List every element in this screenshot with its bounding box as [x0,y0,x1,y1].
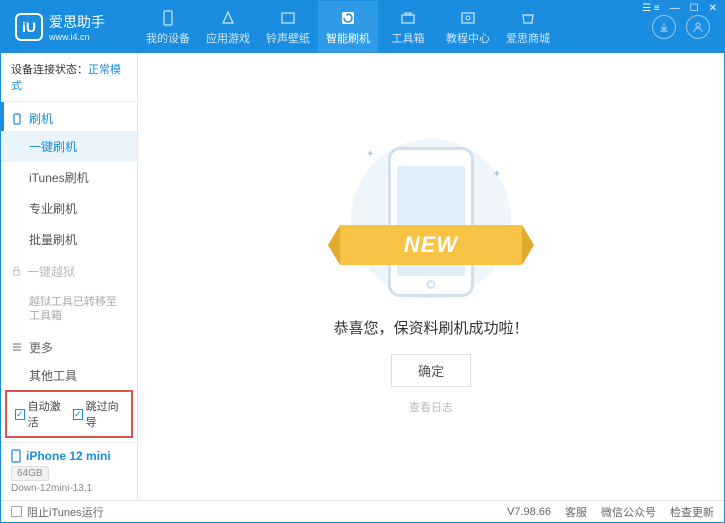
sidebar-item-batch-flash[interactable]: 批量刷机 [1,224,137,255]
tab-ringtones[interactable]: 铃声壁纸 [258,1,318,53]
titlebar-actions [652,15,724,39]
checkbox-label: 跳过向导 [86,398,123,430]
version-label: V7.98.66 [507,506,551,518]
sparkle-icon: ✦ [493,169,501,180]
block-itunes-label: 阻止iTunes运行 [27,504,104,520]
close-icon[interactable]: ✕ [705,3,721,14]
statusbar: 阻止iTunes运行 V7.98.66 客服 微信公众号 检查更新 [1,500,724,522]
device-name[interactable]: iPhone 12 mini [11,449,127,463]
device-firmware: Down-12mini-13,1 [11,483,127,494]
toolbox-icon [399,9,417,27]
sidebar-item-itunes-flash[interactable]: iTunes刷机 [1,162,137,193]
customer-service-link[interactable]: 客服 [565,504,587,520]
tab-label: 铃声壁纸 [266,30,310,46]
maximize-icon[interactable]: ☐ [686,3,703,14]
app-logo: iU 爱思助手 www.i4.cn [1,12,138,42]
checkbox-icon: ✓ [15,409,25,420]
sidebar: 设备连接状态：正常模式 刷机 一键刷机 iTunes刷机 专业刷机 批量刷机 一… [1,53,138,500]
tab-label: 我的设备 [146,30,190,46]
jailbreak-notice: 越狱工具已转移至工具箱 [1,288,137,331]
minimize-icon[interactable]: — [666,3,684,14]
device-info: iPhone 12 mini 64GB Down-12mini-13,1 [1,442,137,500]
tab-label: 应用游戏 [206,30,250,46]
tab-label: 爱思商城 [506,30,550,46]
success-illustration: ✦ ✦ + NEW 恭喜您，保资料刷机成功啦！ 确定 查看日志 [333,139,528,415]
view-log-link[interactable]: 查看日志 [409,399,453,415]
jailbreak-label: 一键越狱 [27,263,75,280]
phone-graphic [388,147,474,297]
tab-label: 智能刷机 [326,30,370,46]
checkbox-skip-guide[interactable]: ✓ 跳过向导 [73,398,123,430]
flash-icon [339,9,357,27]
checkbox-auto-activate[interactable]: ✓ 自动激活 [15,398,65,430]
tab-apps[interactable]: 应用游戏 [198,1,258,53]
sparkle-icon: ✦ [366,149,374,160]
ok-button[interactable]: 确定 [391,354,471,387]
tutorial-icon [459,9,477,27]
titlebar: ☰ ≡ — ☐ ✕ iU 爱思助手 www.i4.cn 我的设备 应用游戏 铃声… [1,1,724,53]
app-name: 爱思助手 [49,12,105,32]
new-ribbon: NEW [340,225,522,265]
user-button[interactable] [686,15,710,39]
store-icon [519,9,537,27]
logo-icon: iU [15,13,43,41]
more-icon [11,341,23,353]
sidebar-section-flash[interactable]: 刷机 [1,102,137,131]
flash-options-highlight: ✓ 自动激活 ✓ 跳过向导 [5,390,133,438]
phone-icon [159,9,177,27]
connection-status: 设备连接状态：正常模式 [1,53,137,102]
sidebar-section-jailbreak: 一键越狱 [1,255,137,288]
wallpaper-icon [279,9,297,27]
wechat-link[interactable]: 微信公众号 [601,504,656,520]
download-button[interactable] [652,15,676,39]
status-label: 设备连接状态： [11,64,88,76]
main-content: ✦ ✦ + NEW 恭喜您，保资料刷机成功啦！ 确定 查看日志 [138,53,724,500]
checkbox-icon: ✓ [73,409,83,420]
apps-icon [219,9,237,27]
menu-icon[interactable]: ☰ ≡ [638,3,664,14]
tab-label: 工具箱 [392,30,425,46]
phone-icon [11,449,21,463]
sidebar-item-oneclick[interactable]: 一键刷机 [1,131,137,162]
success-message: 恭喜您，保资料刷机成功啦！ [333,317,528,338]
tab-toolbox[interactable]: 工具箱 [378,1,438,53]
tab-my-device[interactable]: 我的设备 [138,1,198,53]
device-storage: 64GB [11,466,49,481]
check-update-link[interactable]: 检查更新 [670,504,714,520]
sidebar-item-other-tools[interactable]: 其他工具 [1,360,137,386]
ribbon-text: NEW [404,232,458,258]
lock-icon [11,266,22,277]
nav-tabs: 我的设备 应用游戏 铃声壁纸 智能刷机 工具箱 教程中心 爱思商城 [138,1,652,53]
checkbox-label: 自动激活 [28,398,65,430]
device-name-text: iPhone 12 mini [26,449,111,463]
sidebar-section-more[interactable]: 更多 [1,331,137,360]
checkbox-block-itunes[interactable] [11,506,22,517]
tab-store[interactable]: 爱思商城 [498,1,558,53]
window-controls: ☰ ≡ — ☐ ✕ [638,0,721,16]
section-label: 刷机 [29,110,53,127]
tab-flash[interactable]: 智能刷机 [318,1,378,53]
section-label: 更多 [29,339,53,356]
app-site: www.i4.cn [49,32,105,42]
sidebar-item-pro-flash[interactable]: 专业刷机 [1,193,137,224]
phone-icon [11,113,23,125]
tab-tutorials[interactable]: 教程中心 [438,1,498,53]
tab-label: 教程中心 [446,30,490,46]
